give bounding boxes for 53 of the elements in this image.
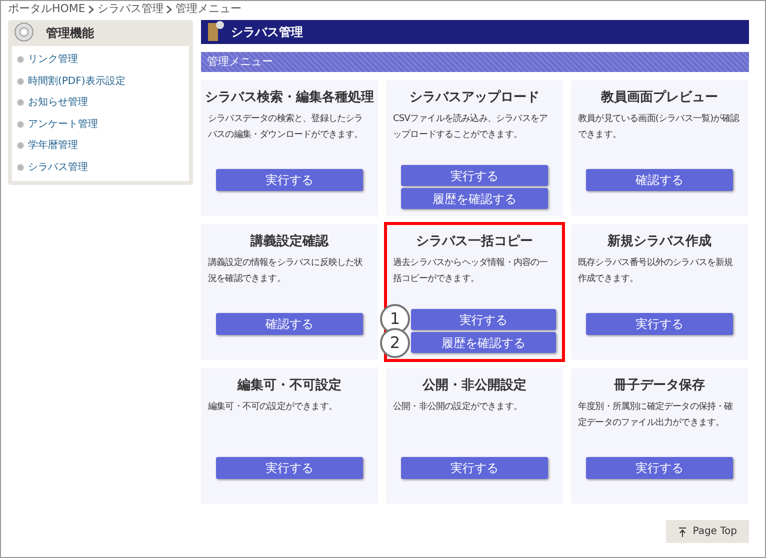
- card-description: 既存シラバス番号以外のシラバスを新規作成できます。: [578, 256, 734, 286]
- card-description: CSVファイルを読み込み、シラバスをアップロードすることができます。: [393, 112, 549, 142]
- sidebar-item[interactable]: 学年暦管理: [12, 135, 189, 156]
- action-button[interactable]: 実行する: [401, 456, 548, 478]
- card-description: 公開・非公開の設定ができます。: [393, 400, 524, 414]
- bullet-icon: [17, 164, 24, 171]
- action-button[interactable]: 実行する: [586, 312, 733, 334]
- bullet-icon: [17, 56, 24, 64]
- sidebar-item[interactable]: 時間割(PDF)表示設定: [12, 70, 189, 92]
- sidebar-title: 管理機能: [46, 25, 94, 42]
- action-button[interactable]: 履歴を確認する: [401, 188, 548, 209]
- card-title: シラバスアップロード: [410, 88, 540, 107]
- bullet-icon: [17, 99, 24, 106]
- page-top-button[interactable]: Page Top: [666, 520, 749, 543]
- action-button[interactable]: 実行する: [401, 165, 548, 186]
- card-title: 新規シラバス作成: [608, 232, 712, 251]
- bullet-icon: [17, 142, 24, 150]
- action-button[interactable]: 実行する: [586, 456, 733, 478]
- breadcrumb-current: 管理メニュー: [175, 0, 242, 17]
- card-description: 編集可・不可の設定ができます。: [208, 400, 338, 414]
- book-icon: [207, 21, 225, 43]
- action-button[interactable]: 確認する: [216, 312, 363, 334]
- action-button[interactable]: 履歴を確認する: [411, 332, 556, 353]
- bullet-icon: [17, 78, 24, 85]
- section-title: シラバス管理: [231, 24, 303, 41]
- sidebar-item[interactable]: リンク管理: [12, 49, 189, 70]
- arrow-up-icon: [678, 526, 687, 536]
- card-description: 教員が見ている画面(シラバス一覧)が確認できます。: [578, 112, 740, 142]
- sidebar-item[interactable]: お知らせ管理: [12, 92, 189, 114]
- card-title: シラバス検索・編集各種処理: [205, 88, 374, 107]
- callout-marker: 2: [380, 328, 410, 358]
- subsection-title: 管理メニュー: [201, 52, 749, 72]
- action-button[interactable]: 実行する: [216, 168, 363, 190]
- card-title: 編集可・不可設定: [238, 376, 342, 395]
- card-title: 講義設定確認: [250, 232, 328, 251]
- bullet-icon: [17, 120, 24, 128]
- card-description: 年度別・所属別に確定データの保持・確定データのファイル出力ができます。: [578, 400, 734, 430]
- chevron-icon: [88, 4, 94, 14]
- chevron-icon: [166, 4, 172, 14]
- sidebar-item[interactable]: シラバス管理: [12, 156, 189, 178]
- card-description: 過去シラバスからヘッダ情報・内容の一括コピーができます。: [393, 256, 549, 286]
- card-title: 教員画面プレビュー: [601, 88, 718, 107]
- action-button[interactable]: 確認する: [586, 168, 733, 190]
- card-description: 講義設定の情報をシラバスに反映した状況を確認できます。: [208, 256, 364, 286]
- card-description: シラバスデータの検索と、登録したシラバスの編集・ダウンロードができます。: [208, 112, 364, 142]
- action-button[interactable]: 実行する: [411, 309, 556, 330]
- breadcrumb-link[interactable]: ポータルHOME: [8, 0, 86, 18]
- card-title: シラバス一括コピー: [416, 233, 533, 251]
- sidebar-item[interactable]: アンケート管理: [12, 114, 189, 135]
- action-button[interactable]: 実行する: [216, 456, 363, 478]
- card-title: 公開・非公開設定: [422, 376, 526, 395]
- breadcrumb-link[interactable]: シラバス管理: [97, 0, 164, 18]
- card-title: 冊子データ保存: [614, 377, 705, 395]
